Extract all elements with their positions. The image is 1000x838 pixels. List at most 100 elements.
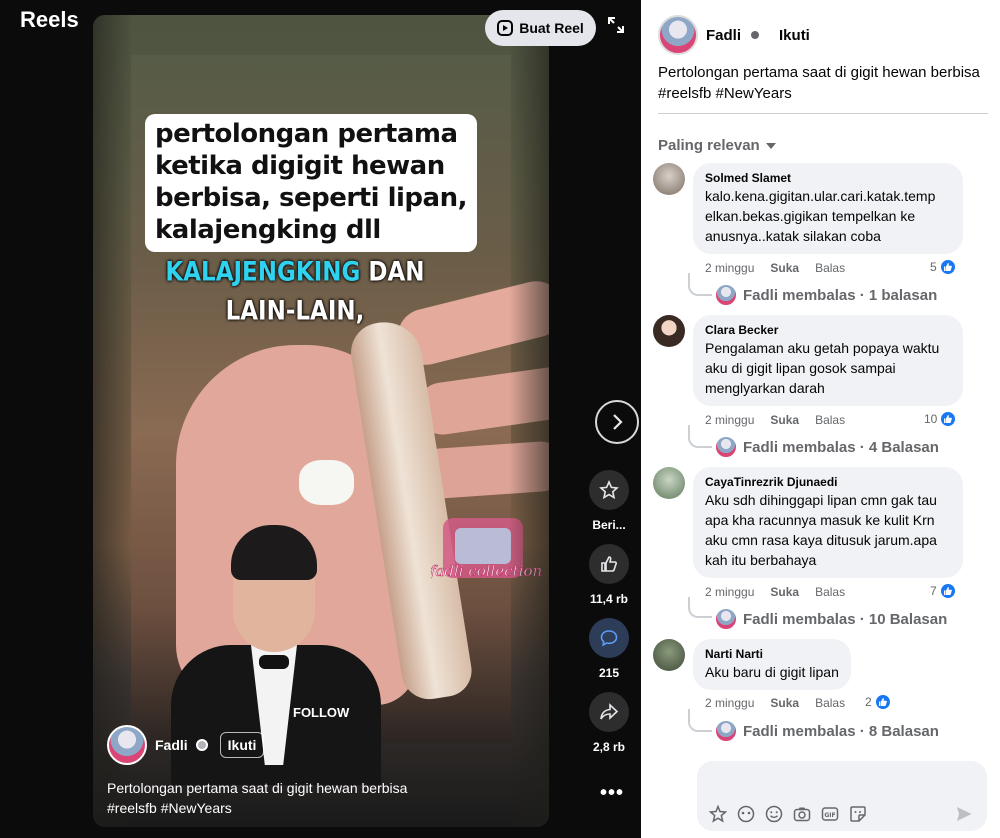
send-icon[interactable]: [955, 805, 973, 823]
chevron-right-icon: [613, 414, 623, 430]
share-icon: [600, 703, 619, 720]
camera-icon[interactable]: [793, 805, 811, 823]
avatar: [715, 436, 737, 458]
hashtags[interactable]: #reelsfb #NewYears: [107, 798, 527, 818]
comment-time[interactable]: 2 minggu: [705, 413, 754, 427]
like-reaction-icon: [938, 258, 957, 276]
comment-bubble: Narti Narti Aku baru di gigit lipan: [693, 639, 851, 690]
mask-icon[interactable]: [737, 805, 755, 823]
owner-name[interactable]: Fadli: [155, 737, 188, 753]
avatar[interactable]: [653, 467, 685, 499]
comment-meta: 2 minggu Suka Balas: [705, 413, 845, 427]
comment-text: kalo.kena.gigitan.ular.cari.katak.temp e…: [705, 188, 936, 244]
video-description: Pertolongan pertama saat di gigit hewan …: [107, 778, 527, 818]
like-button[interactable]: Suka: [770, 585, 799, 599]
thread-line: [688, 709, 712, 732]
view-replies[interactable]: Fadli membalas · 1 balasan: [715, 284, 937, 306]
reaction-number: 10: [924, 412, 938, 426]
author-name[interactable]: Fadli: [706, 27, 741, 44]
comment-bubble: Solmed Slamet kalo.kena.gigitan.ular.car…: [693, 163, 963, 254]
reply-button[interactable]: Balas: [815, 413, 845, 427]
reels-title: Reels: [20, 7, 79, 32]
reply-button[interactable]: Balas: [815, 261, 845, 275]
video-subtitle: KALAJENGKING DAN LAIN-LAIN,: [155, 253, 435, 331]
comment-text: Aku sdh dihinggapi lipan cmn gak tau apa…: [705, 492, 937, 568]
sort-dropdown[interactable]: Paling relevan: [658, 137, 776, 154]
caption-line: pertolongan pertama: [155, 119, 458, 149]
like-button[interactable]: Suka: [770, 696, 799, 710]
reaction-number: 5: [930, 260, 937, 274]
caret-down-icon: [765, 142, 776, 149]
reaction-count[interactable]: 10: [924, 410, 958, 428]
reaction-number: 2: [865, 695, 872, 709]
comment-author[interactable]: Solmed Slamet: [705, 171, 951, 185]
divider: [658, 113, 988, 114]
reaction-count[interactable]: 7: [930, 582, 957, 600]
comment-author[interactable]: Clara Becker: [705, 323, 951, 337]
comment-count: 215: [598, 666, 620, 680]
view-replies[interactable]: Fadli membalas · 8 Balasan: [715, 720, 939, 742]
comment-meta: 2 minggu Suka Balas: [705, 696, 845, 710]
svg-text:GIF: GIF: [824, 812, 835, 819]
caption-line: ketika digigit hewan: [155, 151, 445, 181]
reel-icon: [497, 20, 514, 36]
share-action[interactable]: 2,8 rb: [585, 692, 633, 754]
view-replies[interactable]: Fadli membalas · 4 Balasan: [715, 436, 939, 458]
caption-line: kalajengking dll: [155, 215, 381, 245]
reel-actions: Beri... 11,4 rb 215 2,8 rb: [585, 470, 633, 766]
thread-line: [688, 597, 712, 618]
like-action[interactable]: 11,4 rb: [585, 544, 633, 606]
reaction-count[interactable]: 2: [865, 693, 892, 711]
avatar[interactable]: [653, 315, 685, 347]
like-button[interactable]: Suka: [770, 261, 799, 275]
salt-image: [299, 460, 354, 505]
comment-time[interactable]: 2 minggu: [705, 261, 754, 275]
comment-action[interactable]: 215: [585, 618, 633, 680]
like-reaction-icon: [873, 693, 892, 711]
avatar: [715, 608, 737, 630]
avatar[interactable]: [653, 639, 685, 671]
avatar-sticker-icon[interactable]: [709, 805, 727, 823]
more-options-icon[interactable]: •••: [600, 782, 624, 805]
reaction-count[interactable]: 5: [930, 258, 957, 276]
comment-icon: [600, 630, 618, 647]
avatar[interactable]: [658, 15, 698, 55]
globe-icon: [195, 739, 208, 751]
caption-line: berbisa, seperti lipan,: [155, 183, 467, 213]
comments-panel: Fadli Ikuti Pertolongan pertama saat di …: [641, 0, 1000, 838]
avatar[interactable]: [653, 163, 685, 195]
reel-video[interactable]: fadli collection pertolongan pertama ket…: [93, 15, 549, 827]
star-action[interactable]: Beri...: [585, 470, 633, 532]
hashtags[interactable]: #reelsfb #NewYears: [658, 83, 988, 104]
emoji-icon[interactable]: [765, 805, 783, 823]
gif-icon[interactable]: GIF: [821, 805, 839, 823]
comment-author[interactable]: CayaTinrezrik Djunaedi: [705, 475, 951, 489]
video-owner: Fadli Ikuti: [107, 725, 265, 765]
create-reel-button[interactable]: Buat Reel: [485, 10, 596, 46]
subtitle-highlight: KALAJENGKING: [165, 257, 361, 288]
sticker-icon[interactable]: [849, 805, 867, 823]
description-text: Pertolongan pertama saat di gigit hewan …: [107, 780, 408, 796]
comment-composer[interactable]: GIF: [697, 761, 987, 831]
star-icon: [599, 480, 619, 500]
comment-author[interactable]: Narti Narti: [705, 647, 839, 661]
expand-icon[interactable]: [606, 15, 626, 35]
post-description: Pertolongan pertama saat di gigit hewan …: [658, 62, 988, 104]
reply-button[interactable]: Balas: [815, 696, 845, 710]
thread-line: [688, 273, 712, 296]
reply-button[interactable]: Balas: [815, 585, 845, 599]
thread-line: [688, 425, 712, 448]
next-reel-button[interactable]: [595, 400, 639, 444]
view-replies[interactable]: Fadli membalas · 10 Balasan: [715, 608, 947, 630]
replies-label: Fadli membalas · 1 balasan: [743, 286, 938, 304]
avatar[interactable]: [107, 725, 147, 765]
follow-link[interactable]: Ikuti: [779, 27, 810, 44]
comment-time[interactable]: 2 minggu: [705, 585, 754, 599]
sort-label: Paling relevan: [658, 137, 760, 154]
replies-label: Fadli membalas · 10 Balasan: [743, 610, 948, 628]
composer-tools: GIF: [709, 805, 867, 823]
like-button[interactable]: Suka: [770, 413, 799, 427]
globe-icon: [749, 29, 762, 41]
comment-time[interactable]: 2 minggu: [705, 696, 754, 710]
follow-button[interactable]: Ikuti: [219, 732, 265, 758]
